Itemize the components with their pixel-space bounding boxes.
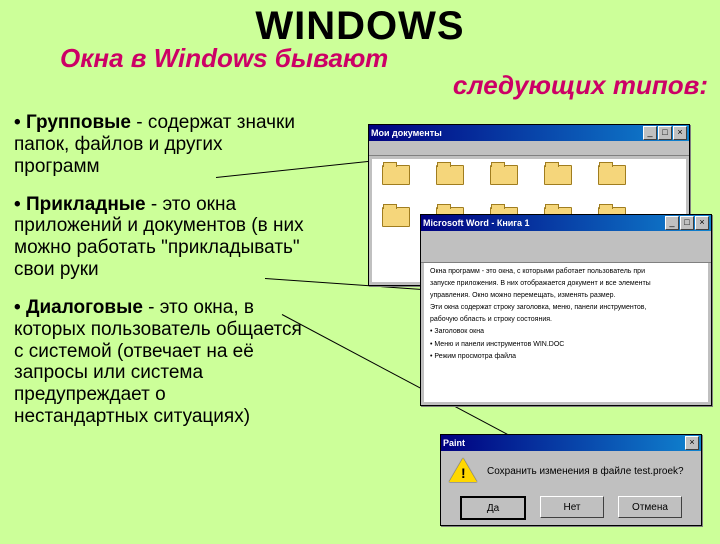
close-button[interactable]: × [695, 216, 709, 230]
close-button[interactable]: × [673, 126, 687, 140]
window-controls: _ □ × [665, 216, 709, 230]
window-controls: × [685, 436, 699, 450]
titlebar[interactable]: Microsoft Word - Книга 1 _ □ × [421, 215, 711, 231]
editor-text: управления. Окно можно перемещать, измен… [430, 291, 702, 300]
list-item: • Диалоговые - это окна, в которых польз… [14, 297, 304, 428]
bullet-list: • Групповые - содержат значки папок, фай… [14, 112, 304, 444]
folder-icon[interactable] [376, 207, 416, 241]
window-title: Paint [443, 438, 465, 448]
cancel-button[interactable]: Отмена [618, 496, 682, 518]
list-item: • Прикладные - это окна приложений и док… [14, 194, 304, 281]
toolbar [421, 232, 711, 263]
term-dialog: Диалоговые [26, 297, 143, 318]
dialog-message: Сохранить изменения в файле test.proek? [487, 466, 684, 477]
dialog-buttons: Да Нет Отмена [449, 496, 693, 520]
maximize-button[interactable]: □ [658, 126, 672, 140]
titlebar[interactable]: Paint × [441, 435, 701, 451]
dialog-body: ! Сохранить изменения в файле test.proek… [441, 452, 701, 525]
bullet-dot: • [14, 194, 26, 215]
editor-text: • Режим просмотра файла [430, 352, 702, 361]
minimize-button[interactable]: _ [665, 216, 679, 230]
editor-text: • Меню и панели инструментов WIN.DOC [430, 340, 702, 349]
editor-body[interactable]: Окна программ - это окна, с которыми раб… [424, 263, 708, 402]
maximize-button[interactable]: □ [680, 216, 694, 230]
bullet-dot: • [14, 297, 26, 318]
close-button[interactable]: × [685, 436, 699, 450]
term-app: Прикладные [26, 194, 146, 215]
window-controls: _ □ × [643, 126, 687, 140]
window-title: Microsoft Word - Книга 1 [423, 218, 530, 228]
bullet-dot: • [14, 112, 26, 133]
yes-button[interactable]: Да [460, 496, 526, 520]
folder-icon[interactable] [538, 165, 578, 199]
subtitle-line-2: следующих типов: [0, 70, 708, 101]
folder-icon[interactable] [430, 165, 470, 199]
no-button[interactable]: Нет [540, 496, 604, 518]
editor-text: • Заголовок окна [430, 327, 702, 336]
editor-text: запуске приложения. В них отображается д… [430, 279, 702, 288]
dialog-window[interactable]: Paint × ! Сохранить изменения в файле te… [440, 434, 702, 526]
editor-text: рабочую область и строку состояния. [430, 315, 702, 324]
warning-icon: ! [449, 458, 477, 484]
folder-icon[interactable] [592, 165, 632, 199]
minimize-button[interactable]: _ [643, 126, 657, 140]
term-group: Групповые [26, 112, 131, 133]
window-title: Мои документы [371, 128, 442, 138]
editor-text: Окна программ - это окна, с которыми раб… [430, 267, 702, 276]
application-window[interactable]: Microsoft Word - Книга 1 _ □ × Окна прог… [420, 214, 712, 406]
editor-text: Эти окна содержат строку заголовка, меню… [430, 303, 702, 312]
folder-icon[interactable] [484, 165, 524, 199]
list-item: • Групповые - содержат значки папок, фай… [14, 112, 304, 178]
toolbar [369, 141, 689, 156]
folder-icon[interactable] [376, 165, 416, 199]
titlebar[interactable]: Мои документы _ □ × [369, 125, 689, 141]
